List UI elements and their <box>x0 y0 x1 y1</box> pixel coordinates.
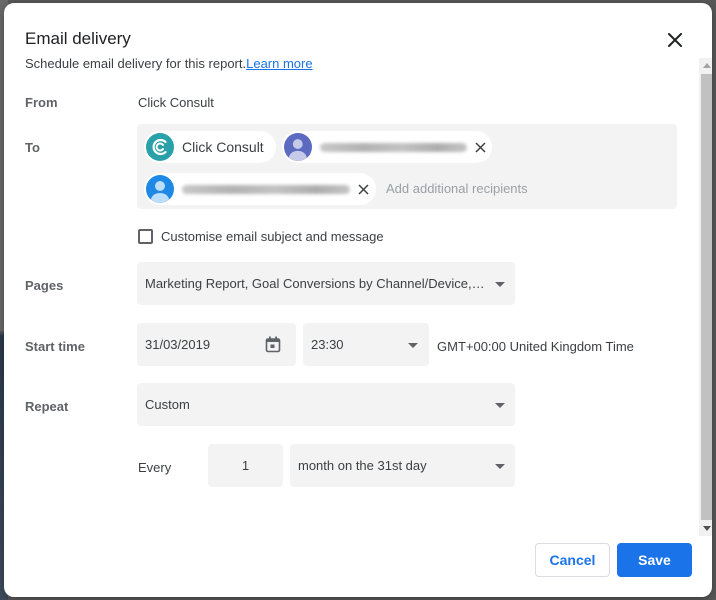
pages-select[interactable]: Marketing Report, Goal Conversions by Ch… <box>137 262 515 305</box>
to-label: To <box>25 140 40 155</box>
click-consult-logo-icon <box>146 133 174 161</box>
start-date-input[interactable]: 31/03/2019 <box>137 323 296 366</box>
repeat-value: Custom <box>145 397 190 412</box>
recipient-name-redacted <box>319 142 467 152</box>
customise-email-checkbox-row[interactable]: Customise email subject and message <box>138 229 384 244</box>
customise-email-label: Customise email subject and message <box>161 229 384 244</box>
arrow-down-icon <box>702 526 711 531</box>
save-button[interactable]: Save <box>617 543 692 577</box>
add-recipients-input[interactable]: Add additional recipients <box>386 181 528 196</box>
dialog-subtitle: Schedule email delivery for this report.… <box>25 56 313 71</box>
cancel-button[interactable]: Cancel <box>535 543 610 577</box>
every-unit-select[interactable]: month on the 31st day <box>290 444 515 487</box>
every-count-value: 1 <box>241 458 250 473</box>
start-time-select[interactable]: 23:30 <box>303 323 429 366</box>
timezone-text: GMT+00:00 United Kingdom Time <box>437 339 634 354</box>
repeat-label: Repeat <box>25 399 69 414</box>
recipient-chip[interactable]: Click Consult <box>144 131 276 163</box>
recipient-chip[interactable] <box>144 173 376 205</box>
email-delivery-dialog: Email delivery Schedule email delivery f… <box>4 3 712 597</box>
scroll-up-button[interactable] <box>699 58 712 73</box>
remove-recipient-button[interactable] <box>358 183 369 195</box>
pages-value: Marketing Report, Goal Conversions by Ch… <box>145 276 485 291</box>
every-label: Every <box>138 460 172 475</box>
start-date-value: 31/03/2019 <box>145 337 211 352</box>
recipient-chip[interactable] <box>282 131 492 163</box>
scroll-down-button[interactable] <box>699 521 712 536</box>
dialog-title: Email delivery <box>25 29 131 48</box>
recipients-field[interactable]: Click Consult Add additional recipients <box>137 124 677 209</box>
from-value: Click Consult <box>138 95 214 110</box>
person-icon <box>146 175 174 203</box>
chevron-down-icon <box>495 282 505 287</box>
person-icon <box>284 133 312 161</box>
start-time-label: Start time <box>25 339 85 354</box>
repeat-select[interactable]: Custom <box>137 383 515 426</box>
from-label: From <box>25 95 58 110</box>
every-unit-value: month on the 31st day <box>298 458 427 473</box>
close-icon <box>668 33 682 47</box>
customise-email-checkbox[interactable] <box>138 229 153 244</box>
chevron-down-icon <box>408 343 418 348</box>
remove-recipient-button[interactable] <box>475 141 486 153</box>
close-icon <box>475 141 486 153</box>
learn-more-link[interactable]: Learn more <box>246 56 312 71</box>
recipient-name-redacted <box>182 184 350 194</box>
start-time-value: 23:30 <box>311 337 344 352</box>
chevron-down-icon <box>495 403 505 408</box>
subtitle-text: Schedule email delivery for this report. <box>25 56 247 71</box>
dialog-scrollbar[interactable] <box>699 58 712 536</box>
recipient-name: Click Consult <box>182 139 264 155</box>
chevron-down-icon <box>495 464 505 469</box>
close-button[interactable] <box>663 28 687 52</box>
scrollbar-thumb[interactable] <box>701 74 712 520</box>
calendar-icon[interactable] <box>265 336 281 353</box>
pages-label: Pages <box>25 278 64 293</box>
close-icon <box>358 183 369 195</box>
arrow-up-icon <box>702 63 711 68</box>
every-count-input[interactable]: 1 <box>208 444 283 487</box>
